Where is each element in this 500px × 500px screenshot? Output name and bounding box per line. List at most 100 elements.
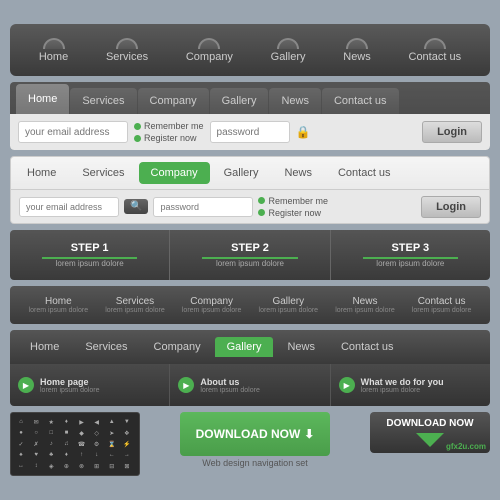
- icon-cell[interactable]: ↕: [30, 461, 42, 471]
- search-button[interactable]: 🔍: [124, 199, 148, 214]
- nav3-password-input[interactable]: [153, 197, 253, 217]
- icon-cell[interactable]: ◈: [45, 461, 57, 471]
- icon-cell[interactable]: ○: [30, 428, 42, 438]
- email-input[interactable]: [18, 121, 128, 143]
- nav4-gallery[interactable]: Gallery lorem ipsum dolore: [259, 296, 319, 314]
- icon-cell[interactable]: ⊕: [60, 461, 72, 471]
- nav5-home[interactable]: Home: [18, 337, 71, 357]
- nav2-tab-list: Home Services Company Gallery News Conta…: [10, 82, 490, 114]
- icon-cell[interactable]: ✗: [30, 439, 42, 449]
- step-3-sub: lorem ipsum dolore: [376, 259, 444, 268]
- watermark: gfx2u.com: [446, 442, 486, 451]
- icon-cell[interactable]: ⌂: [15, 417, 27, 427]
- nav3-register-check[interactable]: Register now: [258, 208, 328, 218]
- download-green-icon: ⬇: [304, 427, 314, 441]
- icon-cell[interactable]: ↑: [76, 450, 88, 460]
- icon-cell[interactable]: ⊠: [121, 461, 133, 471]
- subnav-home[interactable]: ▶ Home page lorem ipsum dolore: [10, 364, 170, 406]
- step-3[interactable]: STEP 3 lorem ipsum dolore: [331, 230, 490, 280]
- icon-cell[interactable]: ⊞: [91, 461, 103, 471]
- icon-cell[interactable]: ♣: [45, 450, 57, 460]
- nav5-contact[interactable]: Contact us: [329, 337, 406, 357]
- nav3-form: 🔍 Remember me Register now Login: [11, 189, 489, 223]
- icon-cell[interactable]: ↔: [15, 461, 27, 471]
- icon-cell[interactable]: ▲: [106, 417, 118, 427]
- subnav-home-text: Home page lorem ipsum dolore: [40, 377, 100, 394]
- nav4-contact[interactable]: Contact us lorem ipsum dolore: [412, 296, 472, 314]
- nav3-tab-services[interactable]: Services: [70, 162, 136, 184]
- icon-cell[interactable]: ←: [106, 450, 118, 460]
- icon-cell[interactable]: ☎: [76, 439, 88, 449]
- icon-cell[interactable]: ⊟: [106, 461, 118, 471]
- nav3-remember-check[interactable]: Remember me: [258, 196, 328, 206]
- icon-cell[interactable]: →: [121, 450, 133, 460]
- nav2-tab-services[interactable]: Services: [70, 88, 136, 114]
- step-2[interactable]: STEP 2 lorem ipsum dolore: [170, 230, 330, 280]
- download-green-button[interactable]: DOWNLOAD NOW ⬇: [180, 412, 331, 456]
- icon-cell[interactable]: ⌛: [106, 439, 118, 449]
- icon-grid: ⌂✉★♦▶◀▲▼●○□■◆◇➤❖✓✗♪♫☎⚙⌛⚡♠♥♣♦↑↓←→↔↕◈⊕⊗⊞⊟⊠: [10, 412, 140, 476]
- nav3-tab-news[interactable]: News: [272, 162, 324, 184]
- icon-cell[interactable]: ↓: [91, 450, 103, 460]
- icon-cell[interactable]: ✉: [30, 417, 42, 427]
- bottom-center: DOWNLOAD NOW ⬇ Web design navigation set: [146, 412, 364, 468]
- icon-cell[interactable]: ⚡: [121, 439, 133, 449]
- icon-cell[interactable]: ⊗: [76, 461, 88, 471]
- icon-cell[interactable]: ◀: [91, 417, 103, 427]
- icon-cell[interactable]: ❖: [121, 428, 133, 438]
- nav1-contact[interactable]: Contact us: [409, 38, 462, 63]
- nav2-tab-gallery[interactable]: Gallery: [210, 88, 269, 114]
- icon-cell[interactable]: ♪: [45, 439, 57, 449]
- arch-icon: [116, 38, 138, 49]
- nav5-news[interactable]: News: [275, 337, 327, 357]
- nav1-services[interactable]: Services: [106, 38, 148, 63]
- nav5-gallery[interactable]: Gallery: [215, 337, 274, 357]
- green-dot-icon: [258, 197, 265, 204]
- step-1[interactable]: STEP 1 lorem ipsum dolore: [10, 230, 170, 280]
- icon-cell[interactable]: ✓: [15, 439, 27, 449]
- subnav-whatwedo[interactable]: ▶ What we do for you lorem ipsum dolore: [331, 364, 490, 406]
- nav1-company[interactable]: Company: [186, 38, 233, 63]
- login-button[interactable]: Login: [422, 121, 482, 143]
- nav2-tab-news[interactable]: News: [269, 88, 321, 114]
- download-dark-button[interactable]: DOWNLOAD NOW gfx2u.com: [370, 412, 490, 453]
- nav4-company[interactable]: Company lorem ipsum dolore: [182, 296, 242, 314]
- nav4-services[interactable]: Services lorem ipsum dolore: [105, 296, 165, 314]
- nav1-news[interactable]: News: [343, 38, 371, 63]
- subnav-about[interactable]: ▶ About us lorem ipsum dolore: [170, 364, 330, 406]
- remember-me-check[interactable]: Remember me: [134, 121, 204, 131]
- nav2-tab-company[interactable]: Company: [138, 88, 209, 114]
- icon-cell[interactable]: ▼: [121, 417, 133, 427]
- icon-cell[interactable]: ♦: [60, 417, 72, 427]
- password-input[interactable]: [210, 121, 290, 143]
- icon-cell[interactable]: ★: [45, 417, 57, 427]
- icon-cell[interactable]: ■: [60, 428, 72, 438]
- icon-cell[interactable]: □: [45, 428, 57, 438]
- nav3-login-button[interactable]: Login: [421, 196, 481, 218]
- icon-cell[interactable]: ♠: [15, 450, 27, 460]
- nav2-tab-home[interactable]: Home: [16, 84, 69, 114]
- icon-cell[interactable]: ♫: [60, 439, 72, 449]
- nav5-services[interactable]: Services: [73, 337, 139, 357]
- icon-cell[interactable]: ⚙: [91, 439, 103, 449]
- icon-cell[interactable]: ◇: [91, 428, 103, 438]
- icon-cell[interactable]: ♦: [60, 450, 72, 460]
- icon-cell[interactable]: ●: [15, 428, 27, 438]
- register-check[interactable]: Register now: [134, 133, 204, 143]
- nav4-news[interactable]: News lorem ipsum dolore: [335, 296, 395, 314]
- nav3-tab-home[interactable]: Home: [15, 162, 68, 184]
- nav3-tab-contact[interactable]: Contact us: [326, 162, 403, 184]
- icon-cell[interactable]: ♥: [30, 450, 42, 460]
- icon-cell[interactable]: ➤: [106, 428, 118, 438]
- nav3-tab-gallery[interactable]: Gallery: [212, 162, 271, 184]
- navbar-5: Home Services Company Gallery News Conta…: [10, 330, 490, 364]
- icon-cell[interactable]: ▶: [76, 417, 88, 427]
- nav1-gallery[interactable]: Gallery: [271, 38, 306, 63]
- nav5-company[interactable]: Company: [142, 337, 213, 357]
- icon-cell[interactable]: ◆: [76, 428, 88, 438]
- nav4-home[interactable]: Home lorem ipsum dolore: [29, 296, 89, 314]
- nav2-tab-contact[interactable]: Contact us: [322, 88, 399, 114]
- nav1-home[interactable]: Home: [39, 38, 68, 63]
- nav3-email-input[interactable]: [19, 197, 119, 217]
- nav3-tab-company[interactable]: Company: [139, 162, 210, 184]
